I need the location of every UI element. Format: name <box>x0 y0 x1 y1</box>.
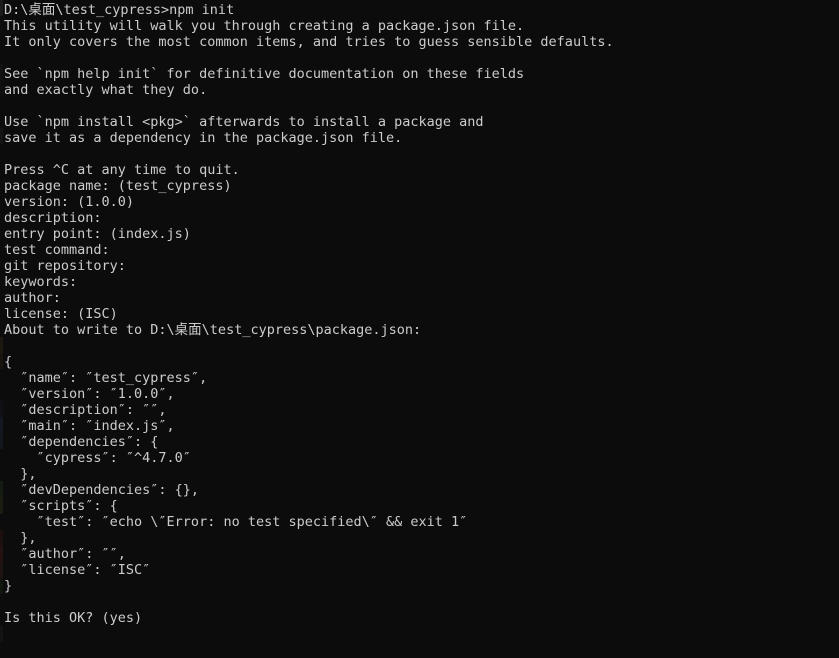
edge-artifact-segment <box>0 577 3 594</box>
edge-artifact-segment <box>0 497 3 514</box>
terminal-line: author: <box>4 290 61 306</box>
terminal-line: ″test″: ″echo \″Error: no test specified… <box>4 514 468 530</box>
edge-artifact-segment <box>0 208 3 225</box>
edge-artifact-segment <box>0 256 3 273</box>
terminal-line: ″cypress″: ″^4.7.0″ <box>4 450 191 466</box>
left-edge-artifact <box>0 0 3 658</box>
edge-artifact-segment <box>0 433 3 450</box>
edge-artifact-segment <box>0 176 3 193</box>
edge-artifact-segment <box>0 64 3 81</box>
terminal-line: This utility will walk you through creat… <box>4 18 525 34</box>
terminal-line: package name: (test_cypress) <box>4 178 232 194</box>
terminal-line: save it as a dependency in the package.j… <box>4 130 403 146</box>
terminal-line: license: (ISC) <box>4 306 118 322</box>
edge-artifact-segment <box>0 80 3 97</box>
edge-artifact-segment <box>0 32 3 49</box>
edge-artifact-segment <box>0 240 3 257</box>
edge-artifact-segment <box>0 545 3 562</box>
edge-artifact-segment <box>0 449 3 466</box>
edge-artifact-segment <box>0 112 3 129</box>
edge-artifact-segment <box>0 369 3 386</box>
terminal-window[interactable]: D:\桌面\test_cypress>npm init This utility … <box>0 0 839 658</box>
edge-artifact-segment <box>0 224 3 241</box>
terminal-line: git repository: <box>4 258 126 274</box>
edge-artifact-segment <box>0 609 3 626</box>
edge-artifact-segment <box>0 641 3 658</box>
edge-artifact-segment <box>0 160 3 177</box>
terminal-line: Is this OK? (yes) <box>4 610 143 626</box>
edge-artifact-segment <box>0 529 3 546</box>
terminal-line: version: (1.0.0) <box>4 194 135 210</box>
edge-artifact-segment <box>0 0 3 17</box>
edge-artifact-segment <box>0 561 3 578</box>
edge-artifact-segment <box>0 465 3 482</box>
edge-artifact-segment <box>0 272 3 289</box>
terminal-line: ″scripts″: { <box>4 498 118 514</box>
terminal-line: description: <box>4 210 102 226</box>
terminal-line: D:\桌面\test_cypress>npm init <box>4 2 235 18</box>
edge-artifact-segment <box>0 304 3 321</box>
terminal-line: Use `npm install <pkg>` afterwards to in… <box>4 114 484 130</box>
edge-artifact-segment <box>0 144 3 161</box>
terminal-line: ″description″: ″″, <box>4 402 167 418</box>
terminal-line: test command: <box>4 242 110 258</box>
edge-artifact-segment <box>0 385 3 402</box>
terminal-line: } <box>4 578 13 594</box>
terminal-line: and exactly what they do. <box>4 82 208 98</box>
terminal-line: entry point: (index.js) <box>4 226 191 242</box>
terminal-line: See `npm help init` for definitive docum… <box>4 66 525 82</box>
terminal-line: ″version″: ″1.0.0″, <box>4 386 175 402</box>
terminal-line: ″main″: ″index.js″, <box>4 418 175 434</box>
terminal-line: ″devDependencies″: {}, <box>4 482 200 498</box>
edge-artifact-segment <box>0 48 3 65</box>
edge-artifact-segment <box>0 96 3 113</box>
edge-artifact-segment <box>0 593 3 610</box>
terminal-line: ″license″: ″ISC″ <box>4 562 151 578</box>
terminal-line: ″name″: ″test_cypress″, <box>4 370 208 386</box>
edge-artifact-segment <box>0 320 3 337</box>
terminal-line: ″dependencies″: { <box>4 434 159 450</box>
terminal-line: ″author″: ″″, <box>4 546 126 562</box>
edge-artifact-segment <box>0 513 3 530</box>
edge-artifact-segment <box>0 16 3 33</box>
edge-artifact-segment <box>0 336 3 354</box>
terminal-line: { <box>4 354 13 370</box>
terminal-screen[interactable]: D:\桌面\test_cypress>npm init This utility … <box>4 2 839 626</box>
terminal-line: keywords: <box>4 274 78 290</box>
edge-artifact-segment <box>0 481 3 498</box>
edge-artifact-segment <box>0 353 3 370</box>
edge-artifact-segment <box>0 128 3 145</box>
edge-artifact-segment <box>0 288 3 305</box>
terminal-line: }, <box>4 530 37 546</box>
terminal-line: }, <box>4 466 37 482</box>
terminal-line: About to write to D:\桌面\test_cypress\pac… <box>4 322 422 338</box>
edge-artifact-segment <box>0 401 3 418</box>
edge-artifact-segment <box>0 625 3 642</box>
terminal-line: It only covers the most common items, an… <box>4 34 614 50</box>
edge-artifact-segment <box>0 192 3 209</box>
terminal-line: Press ^C at any time to quit. <box>4 162 240 178</box>
edge-artifact-segment <box>0 417 3 434</box>
